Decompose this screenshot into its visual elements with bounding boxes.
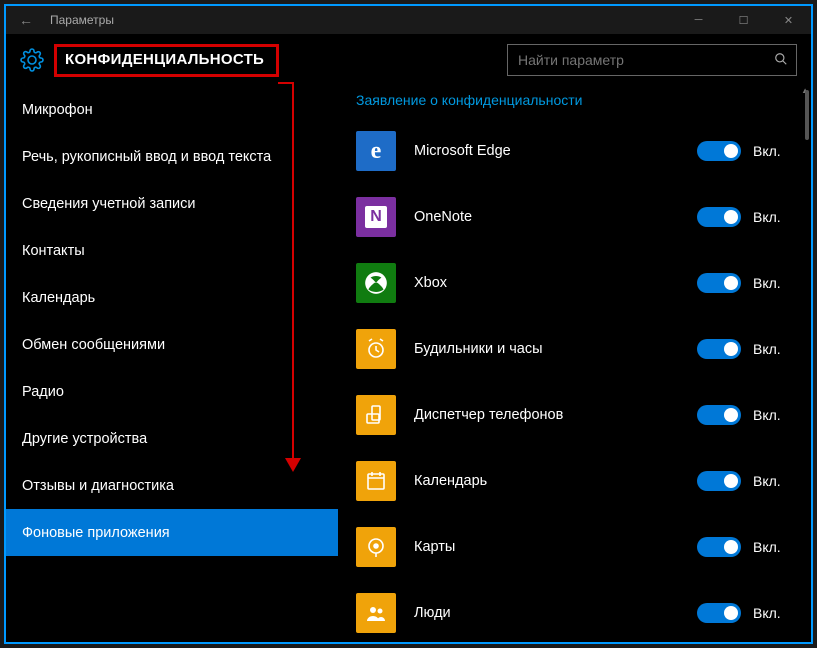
- app-row: eMicrosoft Edge Вкл.: [356, 118, 793, 184]
- gear-icon: [20, 48, 44, 72]
- sidebar-item-label: Сведения учетной записи: [22, 196, 196, 212]
- app-toggle[interactable]: [697, 405, 741, 425]
- scrollbar-thumb[interactable]: [805, 90, 809, 140]
- page-title: КОНФИДЕНЦИАЛЬНОСТЬ: [65, 51, 264, 68]
- app-row: Карты Вкл.: [356, 514, 793, 580]
- app-row: Календарь Вкл.: [356, 448, 793, 514]
- edge-icon: e: [356, 131, 396, 171]
- minimize-button[interactable]: ─: [676, 6, 721, 34]
- search-input[interactable]: [508, 52, 766, 68]
- search-box[interactable]: [507, 44, 797, 76]
- window-title: Параметры: [46, 13, 114, 27]
- page-header: КОНФИДЕНЦИАЛЬНОСТЬ: [6, 34, 811, 86]
- sidebar-item-label: Радио: [22, 384, 64, 400]
- body: Микрофон Речь, рукописный ввод и ввод тек…: [6, 86, 811, 642]
- app-toggle[interactable]: [697, 207, 741, 227]
- sidebar-item-label: Микрофон: [22, 102, 93, 118]
- annotation-arrow: [292, 84, 294, 464]
- sidebar-item-label: Обмен сообщениями: [22, 337, 165, 353]
- sidebar-item[interactable]: Сведения учетной записи: [6, 180, 338, 227]
- toggle-state-label: Вкл.: [753, 605, 793, 621]
- app-name-label: Xbox: [396, 275, 697, 291]
- sidebar-item[interactable]: Радио: [6, 368, 338, 415]
- xbox-icon: [356, 263, 396, 303]
- app-name-label: OneNote: [396, 209, 697, 225]
- toggle-state-label: Вкл.: [753, 407, 793, 423]
- app-row: Люди Вкл.: [356, 580, 793, 642]
- app-toggle[interactable]: [697, 537, 741, 557]
- sidebar-item-label: Фоновые приложения: [22, 525, 170, 541]
- app-name-label: Карты: [396, 539, 697, 555]
- toggle-state-label: Вкл.: [753, 143, 793, 159]
- toggle-state-label: Вкл.: [753, 209, 793, 225]
- toggle-state-label: Вкл.: [753, 539, 793, 555]
- privacy-statement-link[interactable]: Заявление о конфиденциальности: [356, 90, 793, 118]
- app-row: NOneNote Вкл.: [356, 184, 793, 250]
- app-toggle[interactable]: [697, 141, 741, 161]
- app-row: Диспетчер телефонов Вкл.: [356, 382, 793, 448]
- app-toggle[interactable]: [697, 339, 741, 359]
- search-icon[interactable]: [766, 52, 796, 69]
- sidebar-item[interactable]: Обмен сообщениями: [6, 321, 338, 368]
- phone-icon: [356, 395, 396, 435]
- maximize-button[interactable]: ☐: [721, 6, 766, 34]
- toggle-state-label: Вкл.: [753, 341, 793, 357]
- sidebar-item-label: Отзывы и диагностика: [22, 478, 174, 494]
- toggle-state-label: Вкл.: [753, 275, 793, 291]
- app-toggle[interactable]: [697, 471, 741, 491]
- maps-icon: [356, 527, 396, 567]
- alarm-icon: [356, 329, 396, 369]
- sidebar-item-label: Контакты: [22, 243, 85, 259]
- app-row: Будильники и часы Вкл.: [356, 316, 793, 382]
- titlebar: ← Параметры ─ ☐ ✕: [6, 6, 811, 34]
- sidebar-item[interactable]: Календарь: [6, 274, 338, 321]
- annotation-arrow: [285, 458, 301, 472]
- app-name-label: Будильники и часы: [396, 341, 697, 357]
- app-name-label: Microsoft Edge: [396, 143, 697, 159]
- sidebar-item[interactable]: Фоновые приложения: [6, 509, 338, 556]
- close-button[interactable]: ✕: [766, 6, 811, 34]
- back-button[interactable]: ←: [6, 12, 46, 28]
- toggle-state-label: Вкл.: [753, 473, 793, 489]
- app-name-label: Календарь: [396, 473, 697, 489]
- onenote-icon: N: [356, 197, 396, 237]
- sidebar-item[interactable]: Контакты: [6, 227, 338, 274]
- app-name-label: Люди: [396, 605, 697, 621]
- settings-window: ← Параметры ─ ☐ ✕ КОНФИДЕНЦИАЛЬНОСТЬ Мик…: [4, 4, 813, 644]
- sidebar-item[interactable]: Микрофон: [6, 86, 338, 133]
- app-toggle[interactable]: [697, 603, 741, 623]
- sidebar-item-label: Другие устройства: [22, 431, 147, 447]
- sidebar: Микрофон Речь, рукописный ввод и ввод тек…: [6, 86, 338, 642]
- sidebar-item-label: Речь, рукописный ввод и ввод текста: [22, 149, 271, 165]
- heading-highlight: КОНФИДЕНЦИАЛЬНОСТЬ: [54, 44, 279, 77]
- app-name-label: Диспетчер телефонов: [396, 407, 697, 423]
- app-row: Xbox Вкл.: [356, 250, 793, 316]
- sidebar-item-label: Календарь: [22, 290, 95, 306]
- content: ▲ Заявление о конфиденциальности eMicros…: [338, 86, 811, 642]
- sidebar-item[interactable]: Другие устройства: [6, 415, 338, 462]
- app-toggle[interactable]: [697, 273, 741, 293]
- cal-icon: [356, 461, 396, 501]
- people-icon: [356, 593, 396, 633]
- sidebar-item[interactable]: Речь, рукописный ввод и ввод текста: [6, 133, 338, 180]
